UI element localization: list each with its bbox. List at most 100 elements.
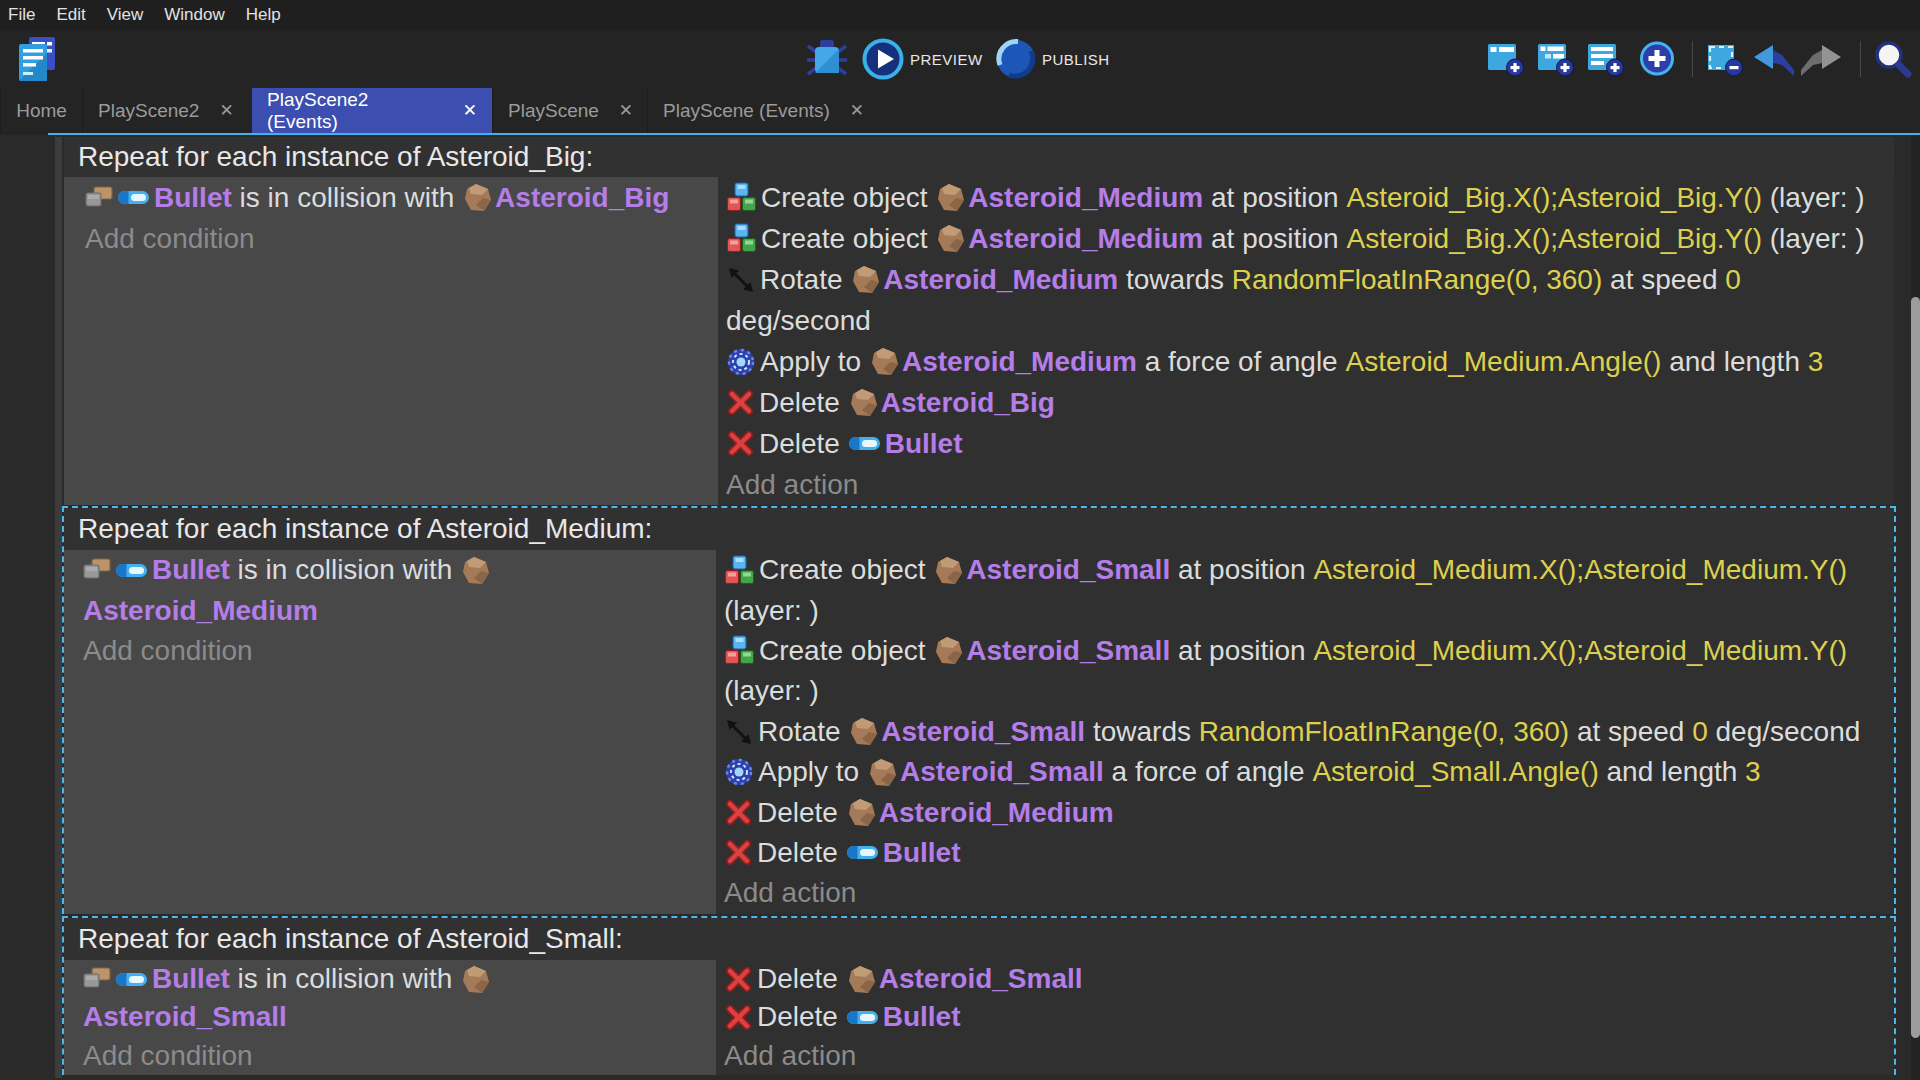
add-condition[interactable]: Add condition [64,1037,716,1075]
condition-row[interactable]: Bullet is in collision with [64,960,716,998]
actions-cell[interactable]: Create object Asteroid_Medium at positio… [718,177,1894,505]
collision-icon [83,967,111,991]
text: Add action [726,469,858,501]
search-icon[interactable] [1872,39,1912,79]
action-row[interactable]: Apply to Asteroid_Small a force of angle… [716,752,1894,792]
tab-close-icon[interactable]: ✕ [219,100,233,121]
object-name: Bullet [883,1001,961,1033]
debug-icon[interactable] [806,39,848,79]
action-row[interactable]: Create object Asteroid_Small at position… [716,631,1894,671]
text: a force of angle [1104,756,1313,788]
preview-play-icon[interactable] [862,38,904,80]
object-name: Asteroid_Medium [968,223,1203,255]
asteroid-icon [848,387,879,418]
tab-close-icon[interactable]: ✕ [463,100,477,121]
tab-home[interactable]: Home [0,88,82,133]
menu-view[interactable]: View [107,5,144,25]
event-header[interactable]: Repeat for each instance of Asteroid_Sma… [64,918,1894,960]
add-circle-icon[interactable] [1636,39,1678,79]
publish-label[interactable]: PUBLISH [1042,30,1110,88]
delete-icon [724,798,753,827]
add-subevent-icon[interactable] [1537,41,1575,77]
action-row[interactable]: Apply to Asteroid_Medium a force of angl… [718,341,1894,382]
text: Add condition [83,1040,253,1072]
tab-close-icon[interactable]: ✕ [850,100,864,121]
action-row[interactable]: Rotate Asteroid_Small towards RandomFloa… [716,712,1894,752]
event-block[interactable]: Repeat for each instance of Asteroid_Sma… [62,916,1896,1075]
event-header[interactable]: Repeat for each instance of Asteroid_Med… [64,508,1894,550]
action-row[interactable]: (layer: ) [716,671,1894,711]
expression: 0 [1725,264,1741,296]
bullet-icon [117,189,150,206]
tab-playscene2-events-[interactable]: PlayScene2 (Events)✕ [252,88,492,133]
conditions-cell[interactable]: Bullet is in collision with Asteroid_Big… [64,177,718,505]
text: Delete [759,428,848,460]
add-condition[interactable]: Add condition [64,631,716,671]
expression: Asteroid_Small.Angle() [1312,756,1598,788]
action-row[interactable]: Delete Asteroid_Medium [716,792,1894,832]
preview-label[interactable]: PREVIEW [910,30,983,88]
add-action[interactable]: Add action [716,873,1894,913]
action-row[interactable]: Delete Bullet [718,423,1894,464]
menu-window[interactable]: Window [164,5,224,25]
menu-edit[interactable]: Edit [56,5,85,25]
action-row[interactable]: (layer: ) [716,590,1894,630]
actions-cell[interactable]: Create object Asteroid_Small at position… [716,550,1894,914]
conditions-cell[interactable]: Bullet is in collision with Asteroid_Sma… [64,960,716,1075]
condition-row[interactable]: Bullet is in collision with [64,550,716,590]
redo-icon[interactable] [1799,43,1843,79]
asteroid-icon [460,964,491,995]
expression: 3 [1745,756,1761,788]
apply-force-icon [724,757,754,787]
menu-help[interactable]: Help [246,5,281,25]
action-row[interactable]: Delete Bullet [716,998,1894,1036]
condition-row[interactable]: Bullet is in collision with Asteroid_Big [64,177,718,218]
action-row[interactable]: deg/second [718,300,1894,341]
condition-row[interactable]: Asteroid_Medium [64,590,716,630]
menu-bar: File Edit View Window Help [0,0,1920,30]
text: and length [1661,346,1807,378]
scrollbar-thumb[interactable] [1911,297,1920,1038]
object-name: Bullet [152,554,230,586]
remove-event-icon[interactable] [1706,41,1744,77]
text: at speed [1602,264,1725,296]
action-row[interactable]: Create object Asteroid_Small at position… [716,550,1894,590]
text: Delete [757,797,846,829]
actions-cell[interactable]: Delete Asteroid_SmallDelete BulletAdd ac… [716,960,1894,1075]
object-name: Bullet [885,428,963,460]
text: at position [1170,554,1313,586]
asteroid-icon [846,797,877,828]
text: Create object [761,182,935,214]
conditions-cell[interactable]: Bullet is in collision with Asteroid_Med… [64,550,716,914]
expression: 0 [1692,716,1708,748]
event-block[interactable]: Repeat for each instance of Asteroid_Big… [64,137,1894,505]
undo-icon[interactable] [1752,43,1796,79]
action-row[interactable]: Create object Asteroid_Medium at positio… [718,177,1894,218]
tab-playscene-events-[interactable]: PlayScene (Events)✕ [647,88,882,133]
add-condition[interactable]: Add condition [64,218,718,259]
apply-force-icon [726,347,756,377]
add-event-icon[interactable] [1487,41,1525,77]
add-action[interactable]: Add action [718,464,1894,505]
menu-file[interactable]: File [8,5,35,25]
action-row[interactable]: Delete Bullet [716,833,1894,873]
event-block[interactable]: Repeat for each instance of Asteroid_Med… [62,506,1896,914]
action-row[interactable]: Delete Asteroid_Small [716,960,1894,998]
action-row[interactable]: Delete Asteroid_Big [718,382,1894,423]
tab-close-icon[interactable]: ✕ [619,100,633,121]
scrollbar-track[interactable] [1911,135,1920,1080]
publish-icon[interactable] [995,38,1037,80]
condition-row[interactable]: Asteroid_Small [64,998,716,1036]
text: deg/second [1708,716,1861,748]
add-comment-icon[interactable] [1587,41,1625,77]
add-action[interactable]: Add action [716,1037,1894,1075]
expression: Asteroid_Medium.X();Asteroid_Medium.Y() [1313,635,1847,667]
tab-playscene[interactable]: PlayScene✕ [492,88,647,133]
action-row[interactable]: Create object Asteroid_Medium at positio… [718,218,1894,259]
tab-playscene2[interactable]: PlayScene2✕ [82,88,252,133]
project-manager-icon[interactable] [18,36,58,82]
event-header[interactable]: Repeat for each instance of Asteroid_Big… [64,137,1894,177]
object-name: Asteroid_Medium [879,797,1114,829]
collision-icon [83,558,111,582]
action-row[interactable]: Rotate Asteroid_Medium towards RandomFlo… [718,259,1894,300]
